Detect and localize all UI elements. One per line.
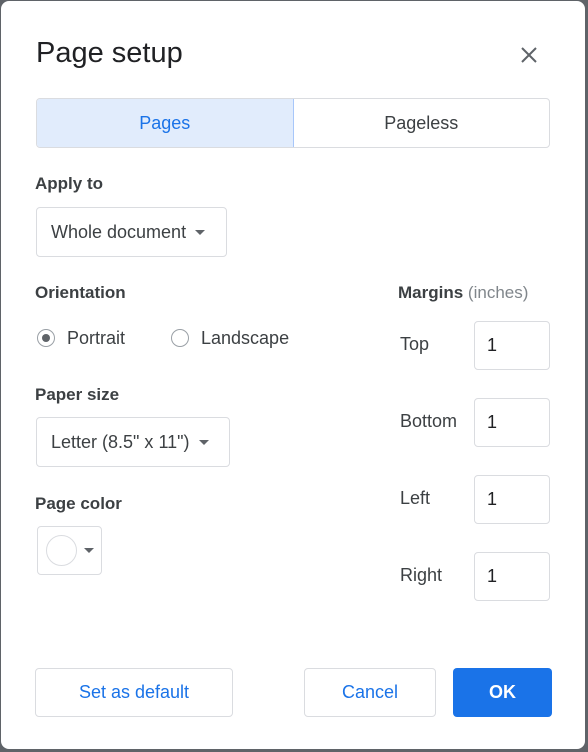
ok-button[interactable]: OK bbox=[453, 668, 552, 717]
dialog-title: Page setup bbox=[36, 37, 183, 69]
margin-right-input[interactable] bbox=[474, 552, 550, 601]
paper-size-label: Paper size bbox=[35, 385, 120, 404]
landscape-radio[interactable] bbox=[171, 329, 189, 347]
page-color-picker[interactable] bbox=[37, 526, 102, 575]
tab-pages[interactable]: Pages bbox=[37, 99, 294, 147]
tab-pageless[interactable]: Pageless bbox=[294, 99, 550, 147]
margin-bottom-label: Bottom bbox=[400, 411, 458, 431]
paper-size-select[interactable]: Letter (8.5" x 11") bbox=[36, 417, 230, 467]
apply-to-value: Whole document bbox=[51, 221, 187, 242]
close-icon bbox=[521, 47, 537, 63]
margin-right-label: Right bbox=[400, 565, 443, 585]
apply-to-label: Apply to bbox=[35, 174, 103, 193]
margins-label: Margins (inches) bbox=[398, 283, 528, 303]
margins-unit: (inches) bbox=[467, 283, 529, 302]
apply-to-select[interactable]: Whole document bbox=[36, 207, 227, 257]
page-setup-dialog: Page setup Pages Pageless Apply to Whole… bbox=[1, 1, 585, 749]
close-button[interactable] bbox=[516, 42, 542, 68]
margin-bottom-input[interactable] bbox=[474, 398, 550, 447]
chevron-down-icon bbox=[195, 229, 206, 235]
portrait-radio[interactable] bbox=[37, 329, 55, 347]
landscape-label[interactable]: Landscape bbox=[201, 328, 289, 349]
margins-title: Margins bbox=[398, 283, 464, 302]
portrait-label[interactable]: Portrait bbox=[67, 328, 125, 349]
set-as-default-button[interactable]: Set as default bbox=[35, 668, 233, 717]
paper-size-value: Letter (8.5" x 11") bbox=[51, 431, 190, 452]
margin-left-input[interactable] bbox=[474, 475, 550, 524]
margin-top-label: Top bbox=[400, 334, 430, 354]
color-swatch bbox=[46, 535, 77, 566]
chevron-down-icon bbox=[84, 548, 94, 553]
margin-top-input[interactable] bbox=[474, 321, 550, 370]
orientation-label: Orientation bbox=[35, 283, 126, 302]
margin-left-label: Left bbox=[400, 488, 431, 508]
mode-tabs: Pages Pageless bbox=[36, 98, 550, 148]
chevron-down-icon bbox=[198, 439, 209, 445]
cancel-button[interactable]: Cancel bbox=[304, 668, 436, 717]
page-color-label: Page color bbox=[35, 494, 122, 513]
